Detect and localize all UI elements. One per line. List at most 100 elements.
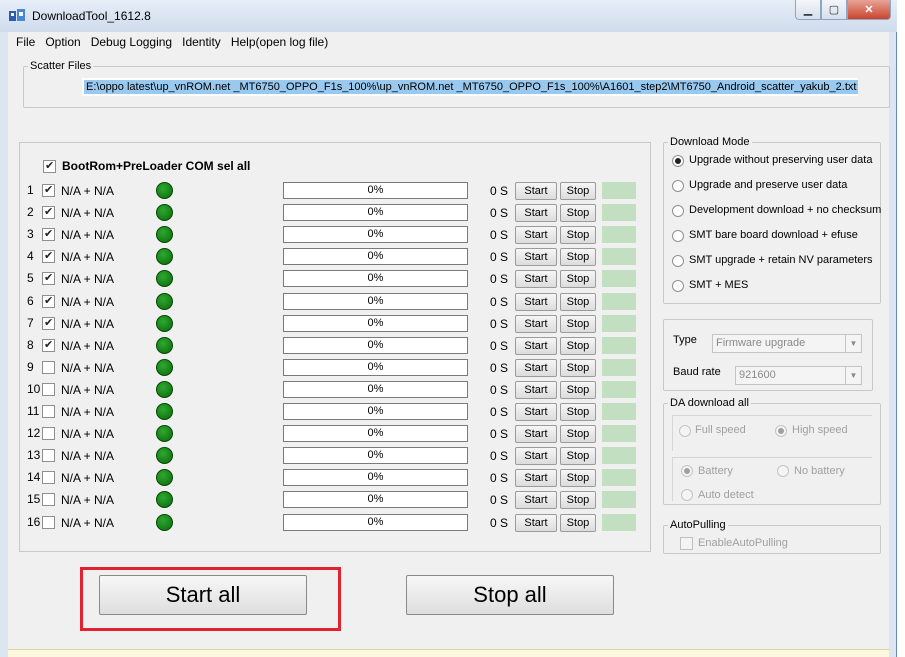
progress-bar: 0% [283, 491, 468, 509]
stop-button[interactable]: Stop [560, 182, 596, 200]
port-checkbox[interactable] [42, 183, 55, 197]
port-checkbox[interactable] [42, 227, 55, 242]
stop-button[interactable]: Stop [560, 270, 596, 289]
stop-button[interactable]: Stop [560, 491, 596, 510]
download-mode-radio[interactable] [672, 230, 684, 242]
port-label: N/A + N/A [61, 360, 115, 375]
type-value: Firmware upgrade [716, 337, 806, 349]
app-icon [9, 9, 25, 21]
start-button[interactable]: Start [515, 336, 557, 355]
stop-button[interactable]: Stop [560, 513, 596, 532]
high-speed-radio[interactable] [775, 425, 787, 437]
start-all-button[interactable]: Start all [99, 575, 307, 615]
port-row: 4 N/A + N/A 0% 0 S StartStop [20, 246, 652, 268]
port-label: N/A + N/A [61, 228, 115, 243]
port-checkbox[interactable] [42, 271, 55, 286]
stop-button[interactable]: Stop [560, 204, 596, 223]
close-button[interactable]: ✕ [847, 0, 891, 20]
title-bar[interactable]: DownloadTool_1612.8 ▁ ▢ ✕ [0, 0, 897, 32]
enable-autopulling-checkbox[interactable] [680, 537, 693, 550]
elapsed-time: 0 S [490, 405, 509, 419]
type-label: Type [673, 334, 697, 346]
stop-button[interactable]: Stop [560, 226, 596, 245]
menu-debug-logging[interactable]: Debug Logging [86, 32, 177, 52]
download-mode-radio[interactable] [672, 280, 684, 292]
status-led-icon [156, 469, 173, 487]
progress-text: 0% [367, 316, 384, 329]
stop-button[interactable]: Stop [560, 425, 596, 444]
port-checkbox[interactable] [42, 338, 55, 352]
start-button[interactable]: Start [515, 270, 557, 289]
menu-help[interactable]: Help(open log file) [226, 32, 333, 52]
elapsed-time: 0 S [490, 338, 509, 353]
start-button[interactable]: Start [515, 358, 557, 377]
baud-rate-select[interactable]: 921600 ▼ [735, 366, 862, 385]
elapsed-time: 0 S [490, 493, 509, 508]
high-speed-label: High speed [792, 424, 848, 436]
port-checkbox[interactable] [42, 493, 55, 507]
download-mode-radio[interactable] [672, 155, 684, 167]
stop-button[interactable]: Stop [560, 248, 596, 267]
progress-text: 0% [367, 250, 384, 263]
port-label: N/A + N/A [61, 272, 115, 287]
download-mode-radio[interactable] [672, 255, 684, 267]
start-button[interactable]: Start [515, 226, 557, 245]
stop-button[interactable]: Stop [560, 380, 596, 399]
maximize-button[interactable]: ▢ [821, 0, 847, 20]
port-checkbox[interactable] [42, 405, 55, 418]
menu-option[interactable]: Option [40, 32, 85, 52]
auto-detect-radio[interactable] [681, 489, 693, 501]
full-speed-label: Full speed [695, 424, 746, 436]
port-checkbox[interactable] [42, 316, 55, 330]
menu-identity[interactable]: Identity [177, 32, 226, 52]
port-checkbox[interactable] [42, 294, 55, 308]
port-checkbox[interactable] [42, 360, 55, 374]
status-led-icon [156, 513, 173, 531]
menu-file[interactable]: File [8, 32, 40, 52]
stop-button[interactable]: Stop [560, 314, 596, 333]
progress-bar: 0% [283, 248, 468, 266]
start-button[interactable]: Start [515, 314, 557, 333]
port-checkbox[interactable] [42, 382, 55, 396]
start-button[interactable]: Start [515, 425, 557, 444]
stop-button[interactable]: Stop [560, 447, 596, 466]
battery-radio[interactable] [681, 465, 693, 477]
start-button[interactable]: Start [515, 403, 557, 421]
start-button[interactable]: Start [515, 513, 557, 532]
type-select[interactable]: Firmware upgrade ▼ [712, 334, 862, 353]
start-button[interactable]: Start [515, 182, 557, 200]
scatter-path-field[interactable]: E:\oppo latest\up_vnROM.net _MT6750_OPPO… [82, 78, 859, 96]
status-led-icon [156, 403, 173, 420]
download-mode-radio[interactable] [672, 205, 684, 217]
full-speed-radio[interactable] [679, 425, 691, 437]
progress-text: 0% [367, 228, 384, 241]
port-checkbox[interactable] [42, 427, 55, 441]
start-button[interactable]: Start [515, 491, 557, 510]
start-button[interactable]: Start [515, 447, 557, 466]
start-button[interactable]: Start [515, 248, 557, 267]
download-mode-radio[interactable] [672, 180, 684, 192]
stop-button[interactable]: Stop [560, 358, 596, 377]
port-checkbox[interactable] [42, 205, 55, 220]
stop-button[interactable]: Stop [560, 292, 596, 311]
port-checkbox[interactable] [42, 449, 55, 463]
stop-button[interactable]: Stop [560, 469, 596, 488]
minimize-button[interactable]: ▁ [795, 0, 821, 20]
port-checkbox[interactable] [42, 515, 55, 529]
stop-button[interactable]: Stop [560, 336, 596, 355]
port-number: 6 [27, 293, 34, 308]
select-all-checkbox[interactable] [43, 159, 56, 173]
status-box [602, 336, 636, 354]
port-checkbox[interactable] [42, 249, 55, 264]
start-button[interactable]: Start [515, 469, 557, 488]
stop-all-button[interactable]: Stop all [406, 575, 614, 615]
port-number: 5 [27, 271, 34, 286]
start-button[interactable]: Start [515, 380, 557, 399]
start-button[interactable]: Start [515, 204, 557, 223]
progress-bar: 0% [283, 469, 468, 487]
start-button[interactable]: Start [515, 292, 557, 311]
port-checkbox[interactable] [42, 471, 55, 485]
stop-button[interactable]: Stop [560, 403, 596, 421]
no-battery-radio[interactable] [777, 465, 789, 477]
port-row: 15 N/A + N/A 0% 0 S Start Stop [20, 489, 652, 511]
